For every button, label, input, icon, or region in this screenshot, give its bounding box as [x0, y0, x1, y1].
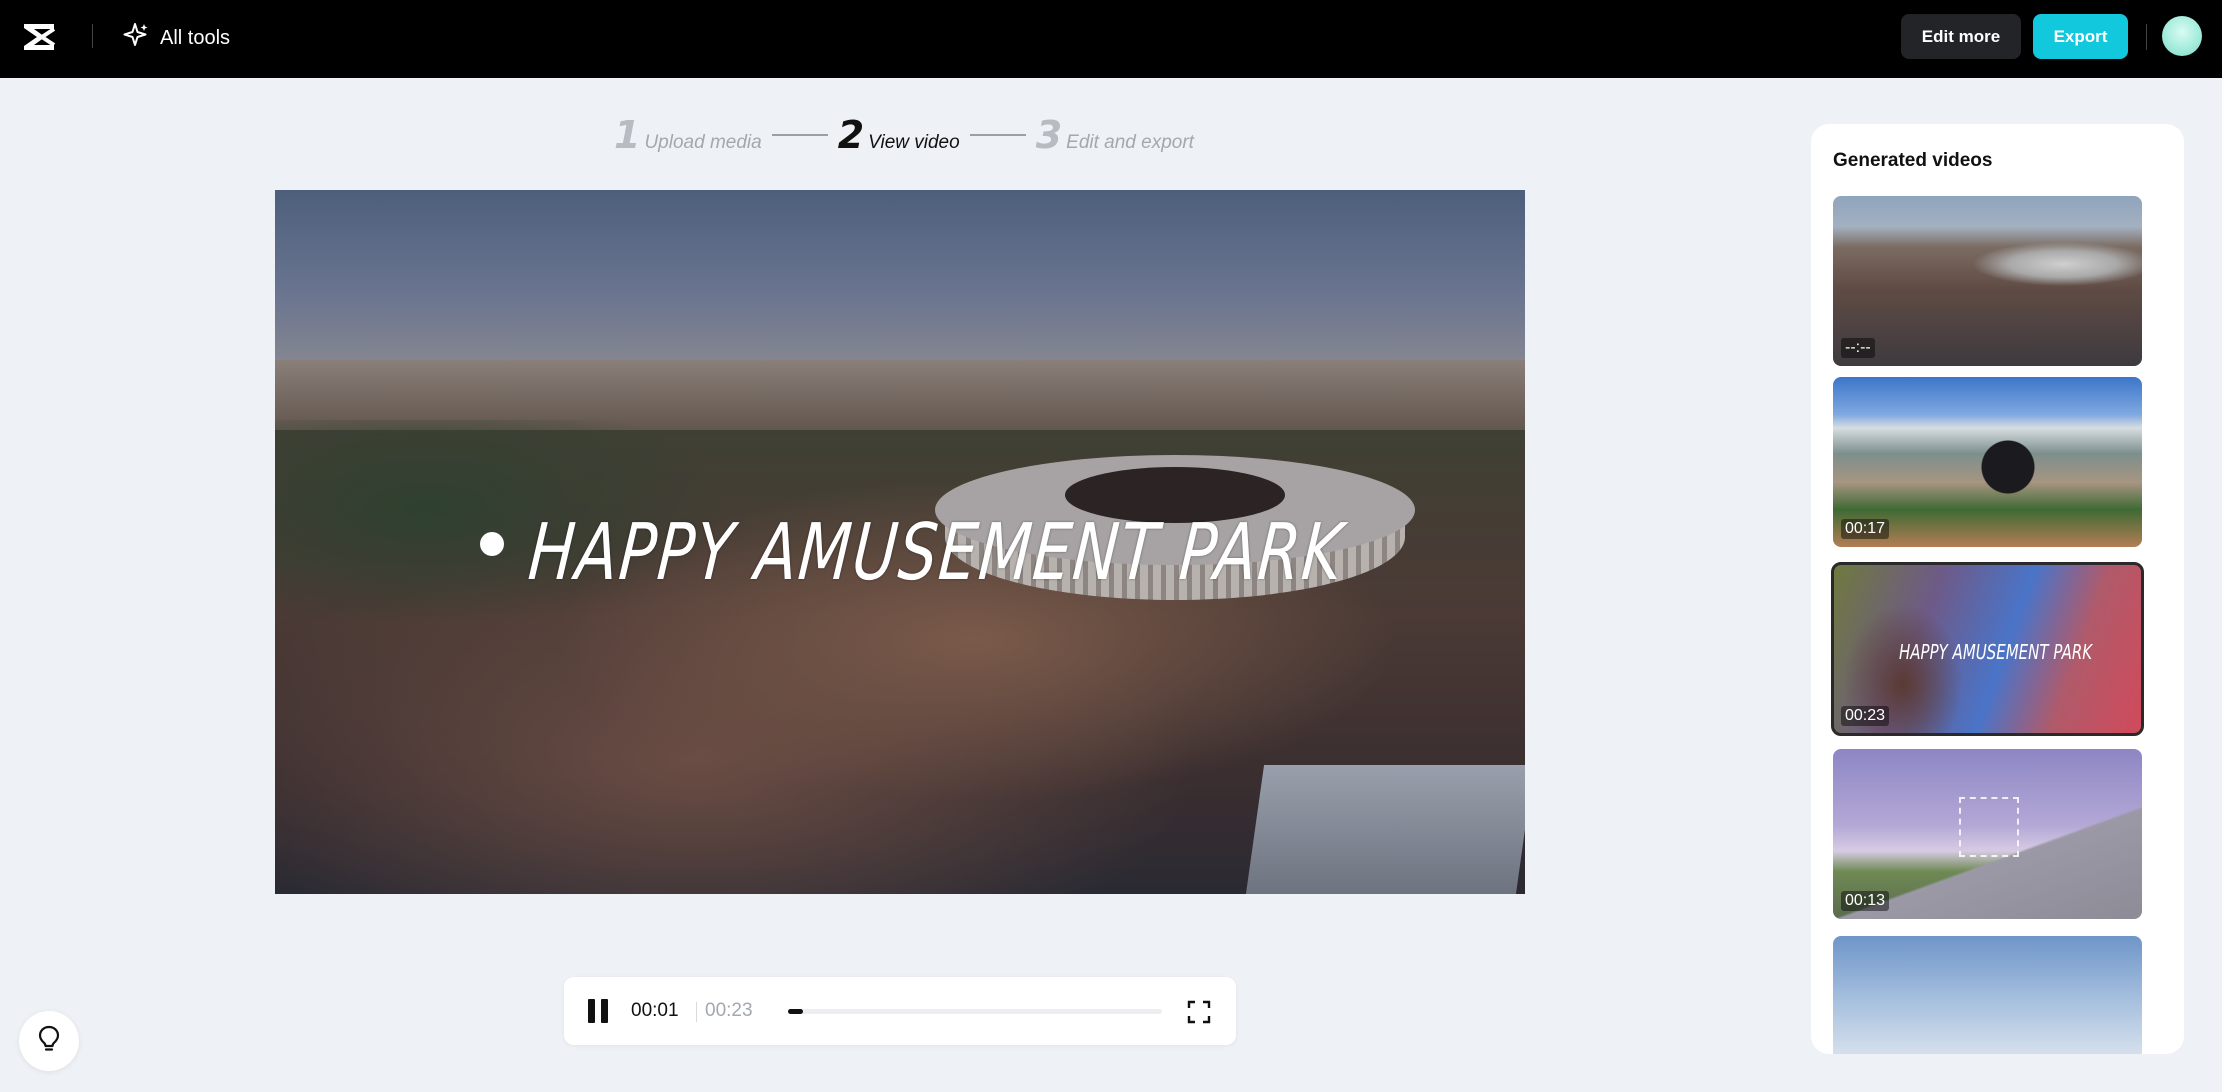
video-thumbnail[interactable]: 00:13: [1833, 749, 2142, 919]
step-connector: [771, 134, 828, 136]
step-number: 1: [614, 113, 641, 157]
progress-bar[interactable]: [788, 1009, 1162, 1014]
progress-stepper: 1 Upload media 2 View video 3 Edit and e…: [614, 112, 1194, 158]
video-frame-building: [1245, 765, 1525, 894]
fullscreen-icon[interactable]: [1186, 999, 1212, 1025]
progress-fill: [788, 1009, 803, 1014]
top-bar: All tools Edit more Export: [0, 0, 2222, 78]
video-duration: 00:17: [1841, 519, 1890, 539]
video-duration: 00:23: [1841, 706, 1890, 726]
topbar-divider: [2146, 24, 2147, 50]
pause-icon[interactable]: [588, 999, 610, 1023]
video-thumbnail[interactable]: [1833, 936, 2142, 1054]
video-thumbnail-selected[interactable]: HAPPY AMUSEMENT PARK 00:23: [1831, 562, 2144, 736]
capcut-logo-icon[interactable]: [20, 18, 58, 56]
video-preview[interactable]: HAPPY AMUSEMENT PARK: [275, 190, 1525, 894]
focus-reticle: [1959, 797, 2019, 857]
current-time: 00:01: [631, 1000, 679, 1021]
video-duration: --:--: [1841, 338, 1875, 358]
avatar[interactable]: [2162, 16, 2202, 56]
generated-videos-panel: Generated videos --:-- 00:17 HAPPY AMUSE…: [1811, 124, 2184, 1054]
step-label: Upload media: [644, 132, 762, 153]
step-edit-and-export: 3 Edit and export: [1036, 116, 1194, 154]
title-bullet: [480, 532, 504, 556]
time-divider: [696, 1002, 697, 1022]
step-number: 3: [1035, 113, 1063, 157]
edit-more-button[interactable]: Edit more: [1901, 14, 2021, 59]
video-thumbnail[interactable]: --:--: [1833, 196, 2142, 366]
video-frame-sky: [275, 190, 1525, 380]
step-label: Edit and export: [1066, 132, 1194, 153]
video-title-overlay: HAPPY AMUSEMENT PARK: [525, 508, 1348, 598]
topbar-divider: [92, 24, 93, 48]
step-connector: [969, 134, 1026, 136]
lightbulb-icon: [36, 1024, 62, 1059]
step-view-video: 2 View video: [838, 116, 960, 154]
video-duration: 00:13: [1841, 891, 1890, 911]
panel-title: Generated videos: [1833, 150, 1993, 171]
all-tools-label: All tools: [160, 26, 231, 49]
sparkle-icon: [122, 21, 150, 55]
all-tools-button[interactable]: All tools: [122, 21, 230, 55]
thumbnail-title-overlay: HAPPY AMUSEMENT PARK: [1899, 640, 2093, 664]
step-upload-media: 1 Upload media: [614, 116, 762, 154]
video-thumbnail[interactable]: 00:17: [1833, 377, 2142, 547]
player-controls: 00:01 00:23: [564, 977, 1236, 1045]
step-label: View video: [868, 132, 960, 153]
step-number: 2: [837, 113, 865, 157]
total-time: 00:23: [705, 1000, 753, 1021]
tips-button[interactable]: [19, 1011, 79, 1071]
export-button[interactable]: Export: [2033, 14, 2128, 59]
